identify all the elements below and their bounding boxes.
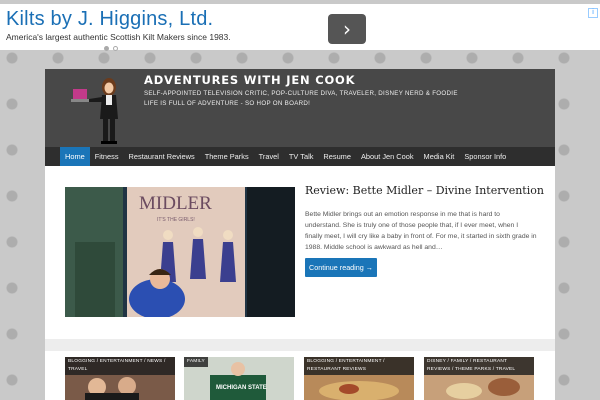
continue-reading-button[interactable]: Continue reading →: [305, 258, 377, 277]
nav-item-tv-talk[interactable]: TV Talk: [284, 147, 319, 166]
image-text-midler: MIDLER: [139, 193, 212, 214]
post-photo: MIDLER IT'S THE GIRLS!: [65, 187, 295, 317]
post-featured-image[interactable]: MIDLER IT'S THE GIRLS!: [65, 187, 295, 317]
ad-pager: [104, 46, 118, 51]
section-divider: [45, 339, 555, 351]
nav-item-home[interactable]: Home: [60, 147, 90, 166]
site-tagline: SELF-APPOINTED TELEVISION CRITIC, POP-CU…: [144, 89, 458, 109]
post-thumb-tags[interactable]: FAMILY: [184, 357, 208, 367]
nav-item-media-kit[interactable]: Media Kit: [419, 147, 460, 166]
site-title[interactable]: ADVENTURES WITH JEN COOK: [144, 73, 355, 87]
post-thumb-tags[interactable]: BLOGGING / ENTERTAINMENT / NEWS / TRAVEL: [65, 357, 175, 375]
post-thumb-3[interactable]: BLOGGING / ENTERTAINMENT / RESTAURANT RE…: [304, 357, 414, 400]
post-thumb-4[interactable]: DISNEY / FAMILY / RESTAURANT REVIEWS / T…: [424, 357, 534, 400]
nav-item-travel[interactable]: Travel: [254, 147, 284, 166]
nav-item-restaurant-reviews[interactable]: Restaurant Reviews: [124, 147, 200, 166]
ad-info-icon[interactable]: i: [588, 8, 598, 18]
ad-banner[interactable]: Kilts by J. Higgins, Ltd. America's larg…: [0, 0, 600, 51]
nav-item-fitness[interactable]: Fitness: [90, 147, 124, 166]
ad-next-button[interactable]: ›: [328, 14, 366, 44]
site-header: ADVENTURES WITH JEN COOK SELF-APPOINTED …: [45, 69, 555, 147]
post-thumb-tags[interactable]: DISNEY / FAMILY / RESTAURANT REVIEWS / T…: [424, 357, 534, 375]
post-thumb-tags[interactable]: BLOGGING / ENTERTAINMENT / RESTAURANT RE…: [304, 357, 414, 375]
nav-item-theme-parks[interactable]: Theme Parks: [200, 147, 254, 166]
nav-item-resume[interactable]: Resume: [318, 147, 356, 166]
post-title[interactable]: Review: Bette Midler – Divine Interventi…: [305, 184, 544, 197]
main-nav: Home Fitness Restaurant Reviews Theme Pa…: [45, 147, 555, 166]
post-thumb-2[interactable]: MICHIGAN STATE FAMILY: [184, 357, 294, 400]
tagline-line-1: SELF-APPOINTED TELEVISION CRITIC, POP-CU…: [144, 90, 458, 97]
ad-pager-dot-active[interactable]: [104, 46, 109, 51]
tagline-line-2: LIFE IS FULL OF ADVENTURE - SO HOP ON BO…: [144, 100, 311, 107]
ad-subtitle: America's largest authentic Scottish Kil…: [6, 32, 231, 42]
post-thumb-1[interactable]: BLOGGING / ENTERTAINMENT / NEWS / TRAVEL: [65, 357, 175, 400]
post-excerpt: Bette Midler brings out an emotion respo…: [305, 211, 537, 251]
image-text-tagline: IT'S THE GIRLS!: [157, 217, 195, 223]
ad-pager-dot[interactable]: [113, 46, 118, 51]
site-container: ADVENTURES WITH JEN COOK SELF-APPOINTED …: [45, 69, 555, 400]
nav-item-sponsor-info[interactable]: Sponsor Info: [459, 147, 511, 166]
chevron-right-icon: ›: [343, 17, 351, 41]
nav-item-about[interactable]: About Jen Cook: [356, 147, 419, 166]
shirt-text: MICHIGAN STATE: [216, 385, 267, 391]
ad-title[interactable]: Kilts by J. Higgins, Ltd.: [6, 8, 213, 31]
avatar[interactable]: [71, 75, 135, 147]
